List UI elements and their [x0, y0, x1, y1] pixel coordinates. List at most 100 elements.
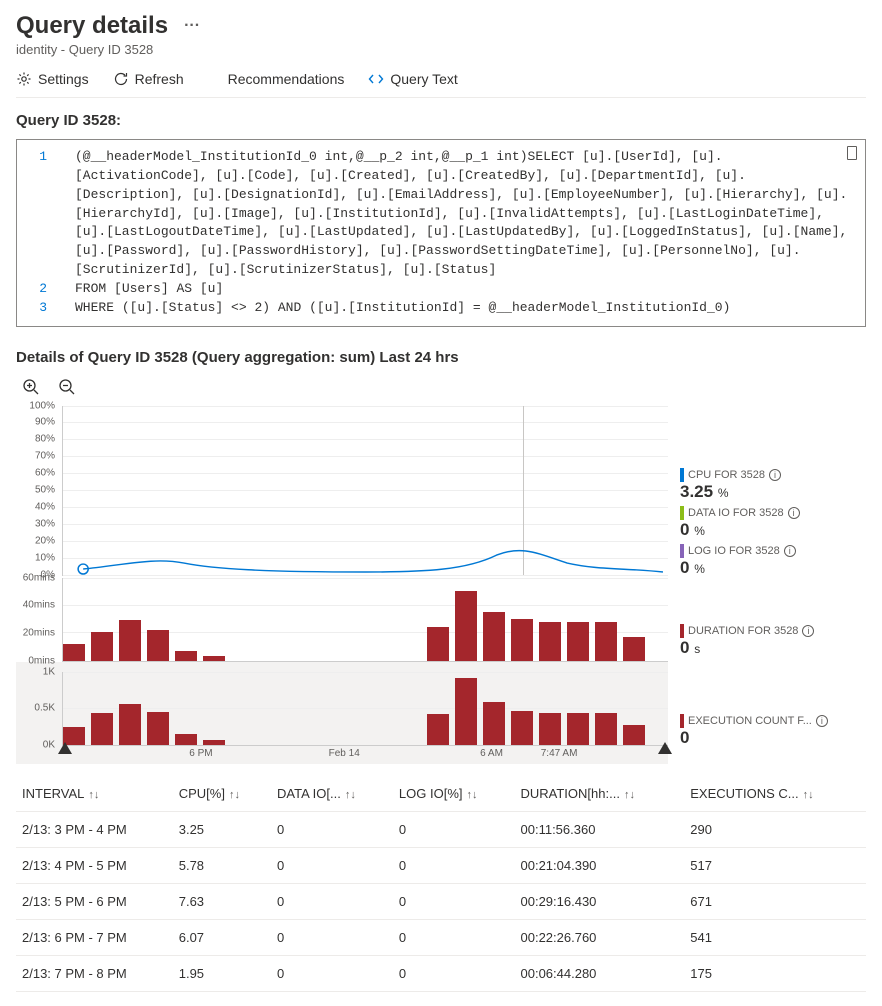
duration-bar[interactable] — [455, 591, 477, 660]
table-cell: 0 — [393, 883, 515, 919]
sql-editor[interactable]: 1(@__headerModel_InstitutionId_0 int,@__… — [16, 139, 866, 327]
more-icon[interactable]: ··· — [184, 17, 200, 35]
execution-bar[interactable] — [595, 713, 617, 745]
table-row[interactable]: 2/13: 6 PM - 7 PM6.070000:22:26.760541 — [16, 919, 866, 955]
refresh-button[interactable]: Refresh — [113, 71, 184, 87]
table-cell: 290 — [684, 811, 866, 847]
table-cell: 2/13: 7 PM - 8 PM — [16, 955, 173, 991]
chart-legend: CPU FOR 3528i 3.25 % DATA IO FOR 3528i 0… — [668, 406, 866, 764]
refresh-icon — [113, 71, 129, 87]
table-cell: 541 — [684, 919, 866, 955]
duration-bar[interactable] — [203, 656, 225, 660]
table-cell: 2/13: 4 PM - 5 PM — [16, 847, 173, 883]
xaxis-label: 6 PM — [189, 748, 212, 759]
table-cell: 0 — [271, 883, 393, 919]
duration-bar[interactable] — [175, 651, 197, 661]
copy-icon[interactable] — [847, 146, 857, 160]
table-row[interactable]: 2/13: 7 PM - 8 PM1.950000:06:44.280175 — [16, 955, 866, 991]
legend-data-io: DATA IO FOR 3528i 0 % — [680, 506, 866, 540]
execution-bar[interactable] — [203, 740, 225, 745]
zoom-in-icon[interactable] — [22, 378, 40, 396]
table-cell: 6.07 — [173, 919, 271, 955]
execution-bar[interactable] — [483, 702, 505, 745]
chart-area: 100%90%80%70%60%50%40%30%20%10%0% 60mins… — [16, 406, 866, 764]
table-cell: 0 — [393, 847, 515, 883]
table-cell: 7.63 — [173, 883, 271, 919]
execution-bar[interactable] — [427, 714, 449, 744]
column-header[interactable]: EXECUTIONS C...↑↓ — [684, 776, 866, 812]
sql-line: 3WHERE ([u].[Status] <> 2) AND ([u].[Ins… — [23, 299, 855, 318]
table-cell: 3.25 — [173, 811, 271, 847]
query-id-heading: Query ID 3528: — [16, 112, 866, 129]
sql-line: 1(@__headerModel_InstitutionId_0 int,@__… — [23, 148, 855, 280]
page-title-text: Query details — [16, 12, 168, 40]
gear-icon — [16, 71, 32, 87]
execution-bar[interactable] — [567, 713, 589, 745]
duration-bar[interactable] — [539, 622, 561, 661]
refresh-label: Refresh — [135, 71, 184, 87]
duration-bar[interactable] — [63, 644, 85, 661]
range-end-handle[interactable] — [658, 742, 672, 754]
zoom-controls — [16, 374, 866, 406]
page-subtitle: identity - Query ID 3528 — [16, 42, 866, 57]
duration-bar[interactable] — [147, 630, 169, 660]
legend-cpu: CPU FOR 3528i 3.25 % — [680, 468, 866, 502]
table-cell: 2/13: 6 PM - 7 PM — [16, 919, 173, 955]
info-icon[interactable]: i — [802, 625, 814, 637]
duration-bar[interactable] — [427, 627, 449, 660]
duration-bar[interactable] — [91, 632, 113, 661]
execution-bar[interactable] — [119, 704, 141, 745]
execution-chart[interactable]: 1K0.5K0K — [62, 672, 668, 746]
table-row[interactable]: 2/13: 4 PM - 5 PM5.780000:21:04.390517 — [16, 847, 866, 883]
xaxis-label: 7:47 AM — [541, 748, 578, 759]
column-header[interactable]: LOG IO[%]↑↓ — [393, 776, 515, 812]
column-header[interactable]: INTERVAL↑↓ — [16, 776, 173, 812]
query-text-button[interactable]: Query Text — [368, 71, 457, 87]
zoom-out-icon[interactable] — [58, 378, 76, 396]
info-icon[interactable]: i — [788, 507, 800, 519]
duration-bar[interactable] — [511, 619, 533, 661]
column-header[interactable]: DURATION[hh:...↑↓ — [515, 776, 685, 812]
duration-bar[interactable] — [623, 637, 645, 661]
toolbar: Settings Refresh Recommendations Query T… — [16, 57, 866, 98]
cpu-chart[interactable]: 100%90%80%70%60%50%40%30%20%10%0% — [62, 406, 668, 576]
range-start-handle[interactable] — [58, 742, 72, 754]
table-row[interactable]: 2/13: 5 PM - 6 PM7.630000:29:16.430671 — [16, 883, 866, 919]
execution-bar[interactable] — [455, 678, 477, 745]
table-cell: 0 — [271, 847, 393, 883]
execution-bar[interactable] — [91, 713, 113, 744]
xaxis-label: 6 AM — [480, 748, 503, 759]
table-cell: 00:22:26.760 — [515, 919, 685, 955]
table-cell: 0 — [393, 955, 515, 991]
execution-bar[interactable] — [623, 725, 645, 744]
info-icon[interactable]: i — [816, 715, 828, 727]
cpu-line — [63, 406, 668, 575]
settings-button[interactable]: Settings — [16, 71, 89, 87]
execution-bar[interactable] — [511, 711, 533, 744]
table-cell: 0 — [393, 811, 515, 847]
info-icon[interactable]: i — [784, 545, 796, 557]
recommendations-label: Recommendations — [228, 71, 345, 87]
table-row[interactable]: 2/13: 3 PM - 4 PM3.250000:11:56.360290 — [16, 811, 866, 847]
duration-bar[interactable] — [483, 612, 505, 660]
execution-bar[interactable] — [147, 712, 169, 745]
duration-chart[interactable]: 60mins40mins20mins0mins — [62, 578, 668, 662]
settings-label: Settings — [38, 71, 89, 87]
duration-bar[interactable] — [595, 622, 617, 661]
details-table: INTERVAL↑↓CPU[%]↑↓DATA IO[...↑↓LOG IO[%]… — [16, 776, 866, 992]
table-cell: 517 — [684, 847, 866, 883]
column-header[interactable]: CPU[%]↑↓ — [173, 776, 271, 812]
duration-bar[interactable] — [119, 620, 141, 660]
table-cell: 175 — [684, 955, 866, 991]
table-cell: 00:29:16.430 — [515, 883, 685, 919]
execution-bar[interactable] — [175, 734, 197, 745]
recommendations-button[interactable]: Recommendations — [228, 71, 345, 87]
info-icon[interactable]: i — [769, 469, 781, 481]
page-title: Query details ··· — [16, 12, 866, 40]
legend-exec: EXECUTION COUNT F...i 0 — [680, 714, 866, 748]
table-cell: 671 — [684, 883, 866, 919]
duration-bar[interactable] — [567, 622, 589, 661]
execution-bar[interactable] — [539, 713, 561, 745]
legend-duration: DURATION FOR 3528i 0 s — [680, 624, 866, 658]
column-header[interactable]: DATA IO[...↑↓ — [271, 776, 393, 812]
